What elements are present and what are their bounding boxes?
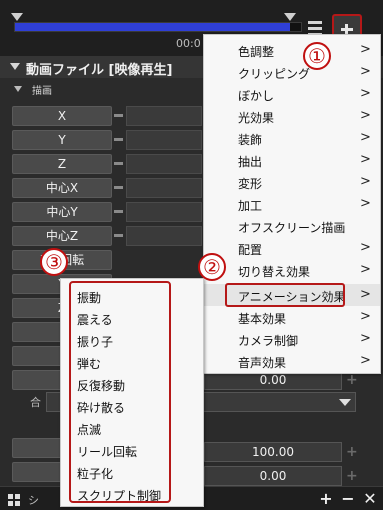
chevron-right-icon: > [360, 108, 371, 123]
menu-item-light-effect[interactable]: 光効果 > [204, 105, 380, 127]
section-title: 描画 [32, 86, 52, 97]
param-bar[interactable] [126, 154, 202, 174]
chevron-right-icon: > [360, 174, 371, 189]
chevron-right-icon: > [360, 86, 371, 101]
value-field[interactable]: 100.00 [204, 442, 342, 462]
param-bar[interactable] [126, 202, 202, 222]
chevron-right-icon: > [360, 152, 371, 167]
timeline-end-marker[interactable] [284, 13, 296, 21]
animation-effect-highlight [225, 283, 345, 307]
param-y-label[interactable]: Y [12, 130, 112, 150]
param-dash [114, 186, 123, 189]
value-field[interactable]: 0.00 [204, 466, 342, 486]
chevron-right-icon: > [360, 196, 371, 211]
param-bar[interactable] [126, 226, 202, 246]
menu-item-blur[interactable]: ぼかし > [204, 83, 380, 105]
section-triangle-icon[interactable] [14, 86, 22, 92]
dimmed-label: 合 [30, 396, 41, 409]
grid-icon[interactable] [8, 494, 20, 506]
callout-2: ② [198, 253, 226, 281]
collapse-triangle-icon[interactable] [10, 63, 20, 70]
plus-icon[interactable]: + [346, 469, 358, 483]
menu-item-decoration[interactable]: 装飾 > [204, 127, 380, 149]
menu-item-camera-control[interactable]: カメラ制御 > [204, 328, 380, 350]
add-button[interactable]: + [318, 489, 334, 508]
menu-item-process[interactable]: 加工 > [204, 193, 380, 215]
chevron-right-icon: > [360, 309, 371, 324]
close-button[interactable]: ✕ [362, 489, 378, 508]
param-center-y-label[interactable]: 中心Y [12, 202, 112, 222]
menu-item-basic-effect[interactable]: 基本効果 > [204, 306, 380, 328]
plus-icon[interactable]: + [346, 373, 358, 387]
object-title: 動画ファイル [映像再生] [26, 63, 173, 78]
menu-item-transition-effect[interactable]: 切り替え効果 > [204, 259, 380, 281]
chevron-right-icon: > [360, 262, 371, 277]
chevron-right-icon: > [360, 42, 371, 57]
section-header[interactable]: 描画 [0, 80, 200, 98]
timeline-track[interactable] [14, 22, 302, 32]
filter-context-menu: 色調整 > クリッピング > ぼかし > 光効果 > 装飾 > 抽出 > 変形 > 加工 > オ… [203, 34, 381, 374]
param-center-x-label[interactable]: 中心X [12, 178, 112, 198]
param-dash [114, 162, 123, 165]
plus-icon[interactable]: + [346, 445, 358, 459]
menu-item-extract[interactable]: 抽出 > [204, 149, 380, 171]
chevron-right-icon: > [360, 240, 371, 255]
param-bar[interactable] [126, 178, 202, 198]
param-x-label[interactable]: X [12, 106, 112, 126]
param-dash [114, 210, 123, 213]
menu-item-clipping[interactable]: クリッピング > [204, 61, 380, 83]
param-center-z-label[interactable]: 中心Z [12, 226, 112, 246]
chevron-right-icon: > [360, 287, 371, 302]
param-z-label[interactable]: Z [12, 154, 112, 174]
param-dash [114, 138, 123, 141]
menu-item-placement[interactable]: 配置 > [204, 237, 380, 259]
bottom-label: シ [28, 494, 39, 507]
menu-item-audio-effect[interactable]: 音声効果 > [204, 350, 380, 372]
remove-button[interactable]: − [340, 489, 356, 508]
param-bar[interactable] [126, 106, 202, 126]
submenu-highlight [69, 281, 171, 503]
chevron-right-icon: > [360, 331, 371, 346]
menu-item-offscreen-draw[interactable]: オフスクリーン描画 [204, 215, 380, 237]
param-dash [114, 234, 123, 237]
chevron-right-icon: > [360, 64, 371, 79]
callout-1: ① [303, 42, 331, 70]
menu-item-transform[interactable]: 変形 > [204, 171, 380, 193]
chevron-down-icon [339, 399, 351, 406]
callout-3: ③ [40, 248, 68, 276]
menu-item-color-adjust[interactable]: 色調整 > [204, 39, 380, 61]
param-bar[interactable] [126, 130, 202, 150]
param-dash [114, 114, 123, 117]
chevron-right-icon: > [360, 353, 371, 368]
chevron-right-icon: > [360, 130, 371, 145]
timeline-progress-fill [15, 23, 290, 31]
timeline-time: 00:0 [176, 37, 201, 50]
timeline-start-marker[interactable] [11, 13, 23, 21]
